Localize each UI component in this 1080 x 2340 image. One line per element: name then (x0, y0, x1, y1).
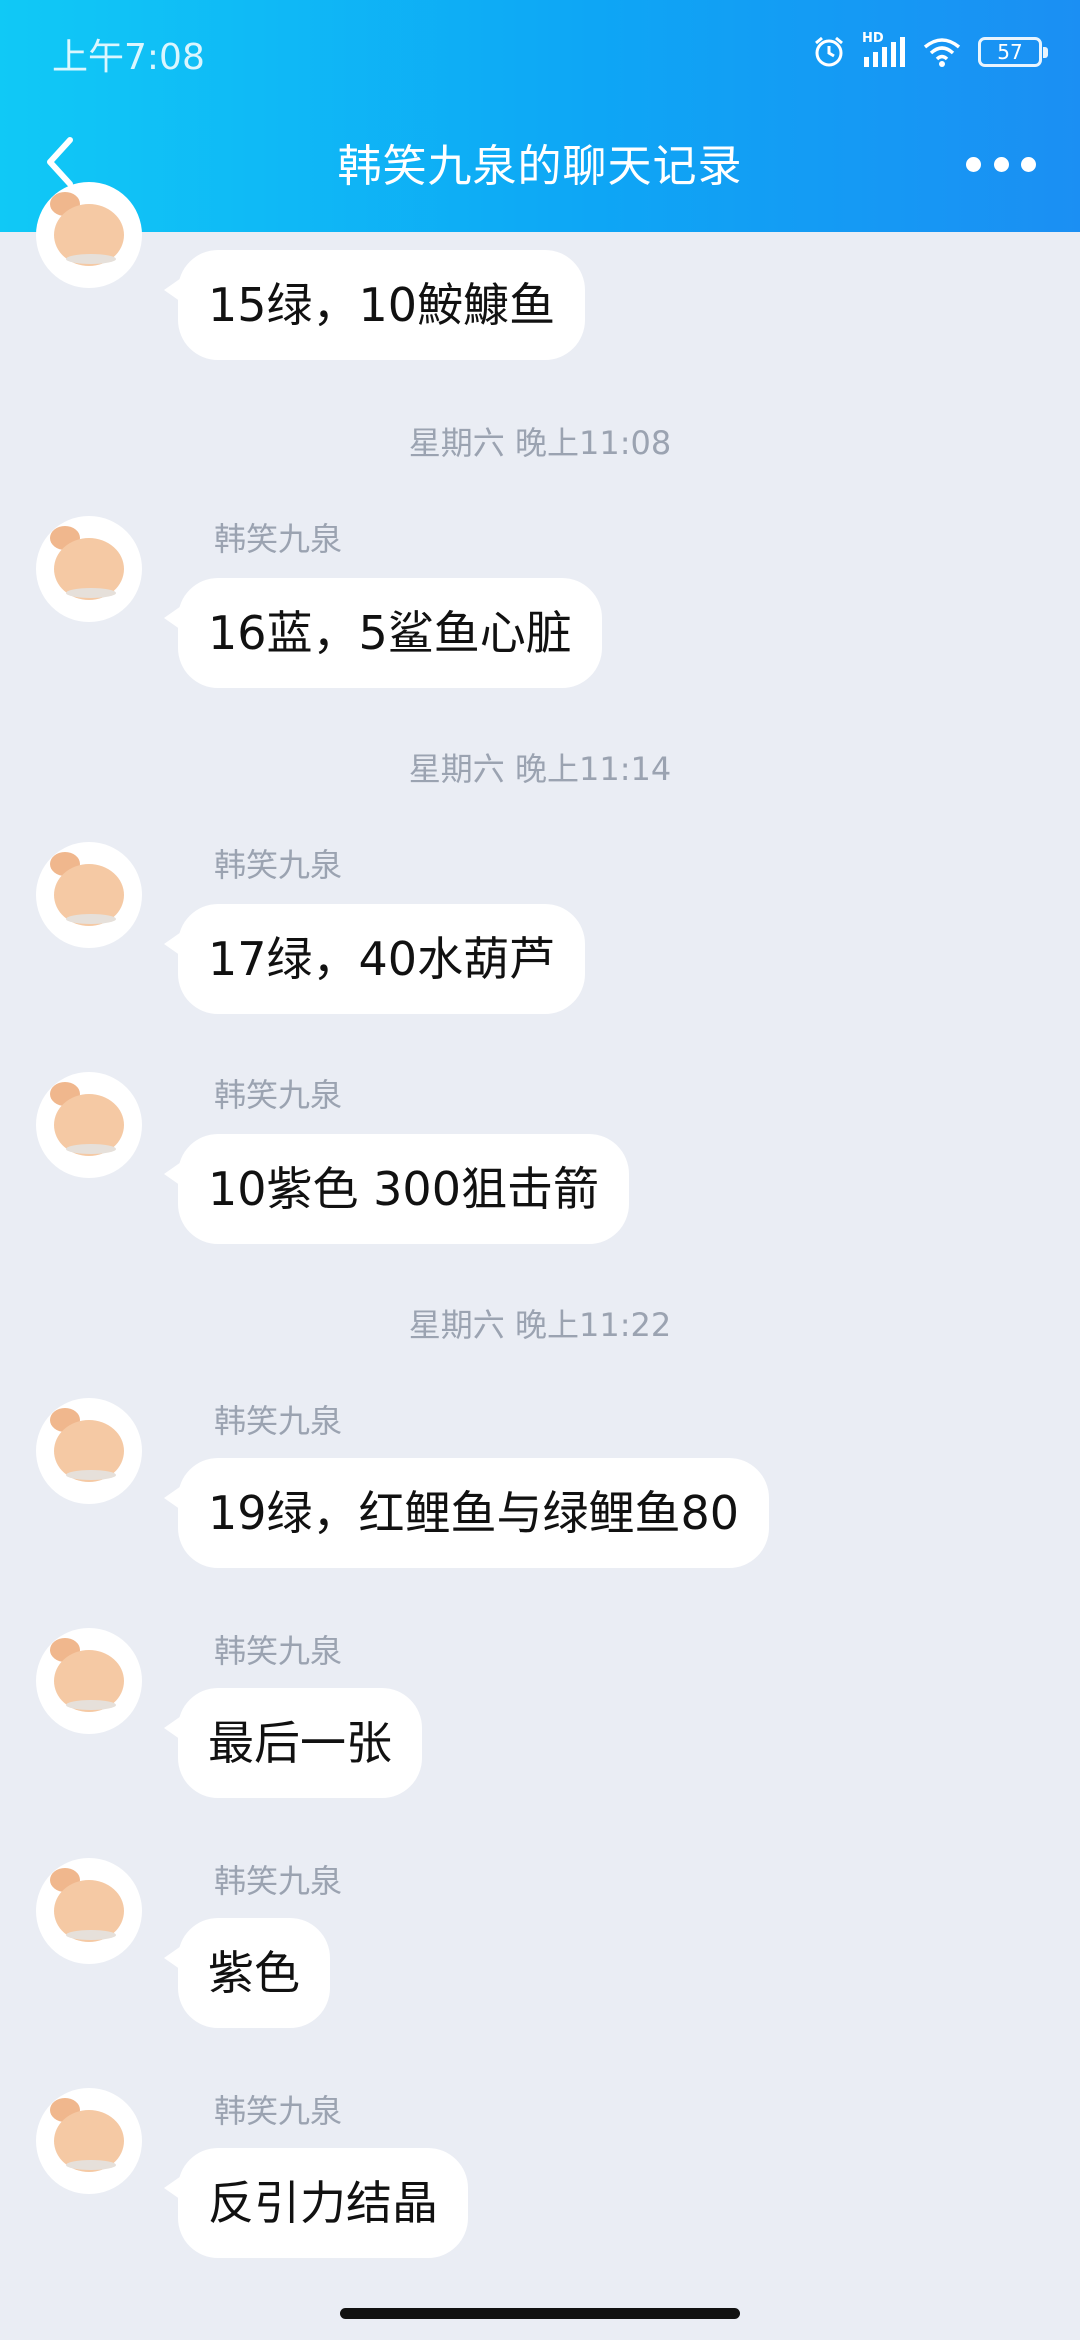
sender-name: 韩笑九泉 (214, 1076, 343, 1114)
avatar[interactable] (36, 2088, 142, 2194)
more-button[interactable] (966, 150, 1036, 178)
wifi-icon (923, 38, 961, 67)
message-bubble[interactable]: 紫色 (164, 1918, 330, 2028)
page-title: 韩笑九泉的聊天记录 (337, 141, 743, 192)
more-dot-icon (966, 156, 981, 172)
signal-icon: HD (862, 31, 906, 69)
alarm-icon (815, 36, 843, 67)
avatar[interactable] (36, 516, 142, 622)
message-bubble[interactable]: 15绿，10鮟鱇鱼 (163, 250, 586, 360)
sender-name: 韩笑九泉 (214, 1862, 343, 1900)
message-bubble[interactable]: 16蓝，5鲨鱼心脏 (164, 578, 602, 688)
avatar[interactable] (36, 1072, 142, 1178)
more-dot-icon (993, 156, 1009, 172)
sender-name: 韩笑九泉 (214, 1632, 343, 1670)
status-icons: HD 57 (812, 30, 1048, 74)
header-bar: 上午7:08 HD 57 韩笑九泉的聊天记录 (0, 0, 1080, 232)
avatar[interactable] (36, 1858, 142, 1964)
message-timestamp: 星期六 晚上11:14 (408, 750, 672, 788)
sender-name: 韩笑九泉 (214, 520, 343, 558)
message-bubble[interactable]: 19绿，红鲤鱼与绿鲤鱼80 (163, 1458, 770, 1568)
home-indicator[interactable] (340, 2308, 740, 2319)
status-time: 上午7:08 (52, 37, 205, 78)
message-bubble[interactable]: 17绿，40水葫芦 (163, 904, 586, 1014)
avatar[interactable] (36, 842, 142, 948)
message-timestamp: 星期六 晚上11:08 (408, 424, 672, 462)
more-dot-icon (1021, 156, 1036, 172)
sender-name: 韩笑九泉 (214, 846, 343, 884)
sender-name: 韩笑九泉 (214, 1402, 343, 1440)
message-bubble[interactable]: 反引力结晶 (164, 2148, 468, 2258)
message-bubble[interactable]: 最后一张 (164, 1688, 422, 1798)
message-timestamp: 星期六 晚上11:22 (408, 1306, 672, 1344)
avatar[interactable] (36, 182, 142, 288)
sender-name: 韩笑九泉 (214, 2092, 343, 2130)
avatar[interactable] (36, 1398, 142, 1504)
avatar[interactable] (36, 1628, 142, 1734)
message-bubble[interactable]: 10紫色 300狙击箭 (164, 1134, 629, 1244)
battery-icon: 57 (978, 37, 1048, 67)
